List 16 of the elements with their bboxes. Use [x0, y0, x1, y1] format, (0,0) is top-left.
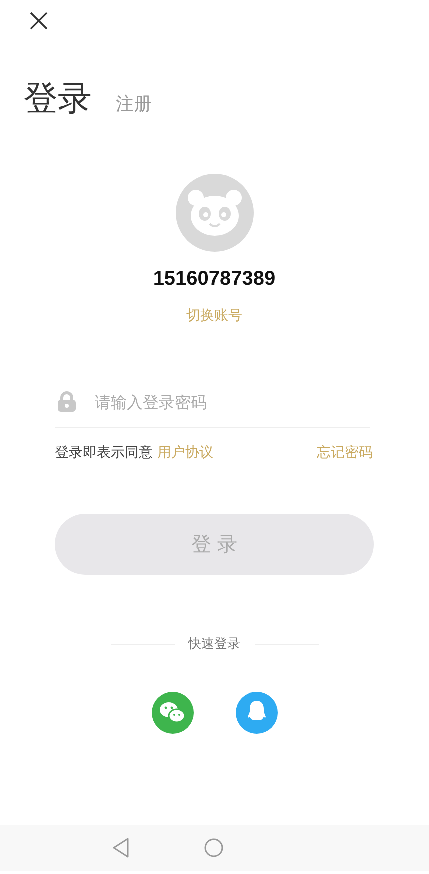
- lock-icon: [57, 391, 77, 413]
- back-icon[interactable]: [111, 837, 131, 859]
- account-number: 15160787389: [153, 268, 276, 291]
- tab[interactable]: 登录: [24, 76, 92, 122]
- agreement-text: 登录即表示同意 用户协议: [55, 444, 214, 462]
- tab[interactable]: 注册: [116, 92, 152, 116]
- wechat-login-button[interactable]: [152, 692, 194, 734]
- forgot-password-link[interactable]: 忘记密码: [317, 444, 373, 462]
- close-button[interactable]: [29, 11, 49, 31]
- panda-icon: [176, 174, 254, 252]
- qq-login-button[interactable]: [236, 692, 278, 734]
- home-icon[interactable]: [204, 838, 224, 858]
- switch-account-link[interactable]: 切换账号: [186, 307, 242, 325]
- quick-login-label: 快速登录: [188, 636, 240, 653]
- close-icon: [29, 11, 49, 31]
- user-agreement-link[interactable]: 用户协议: [157, 445, 214, 461]
